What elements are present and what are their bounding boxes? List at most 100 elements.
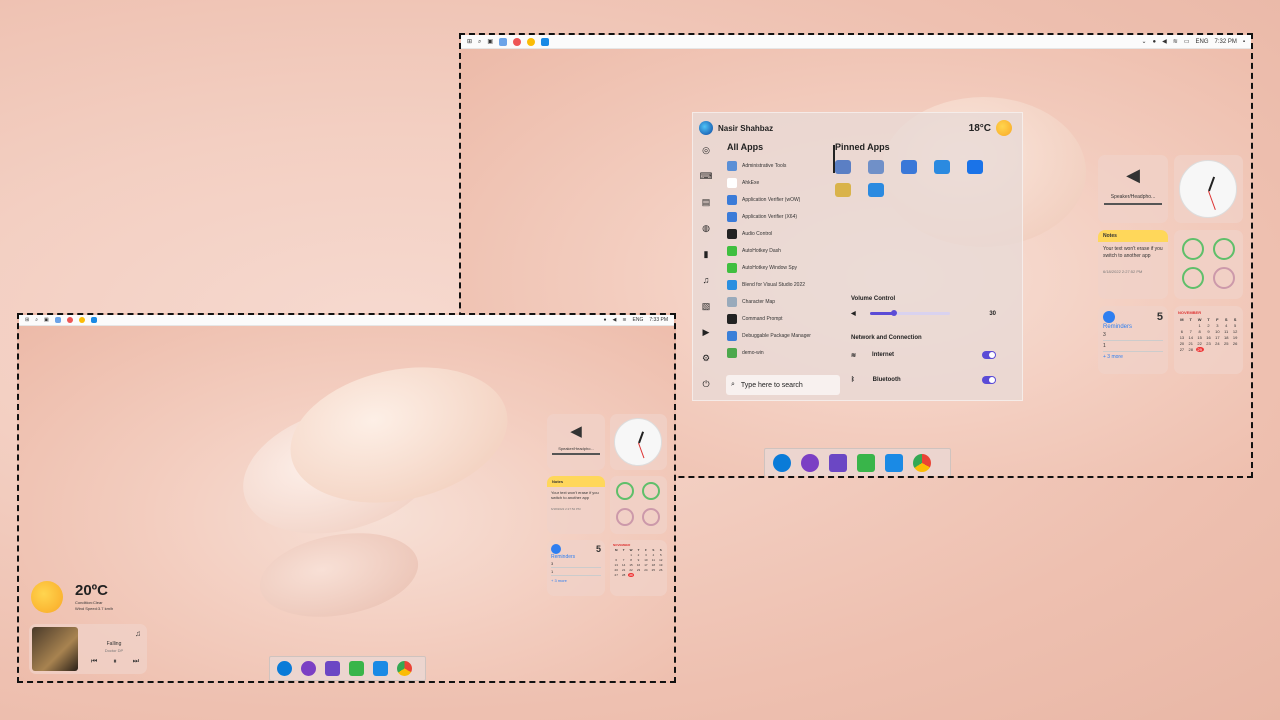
app-list-item[interactable]: Blend for Visual Studio 2022: [727, 276, 847, 293]
chevron-up-icon[interactable]: ⌄: [1142, 39, 1147, 45]
notes-widget[interactable]: Notes Your text won't erase if you switc…: [547, 476, 605, 534]
chrome-icon[interactable]: [913, 453, 931, 472]
pinned-app-icon[interactable]: [967, 160, 983, 174]
battery-icon[interactable]: ▭: [1184, 39, 1190, 45]
windows-icon[interactable]: ⊞: [25, 317, 29, 323]
app-list-item[interactable]: Debuggable Package Manager: [727, 327, 847, 344]
vscode-icon[interactable]: [90, 317, 97, 323]
calendar-date[interactable]: 18: [650, 563, 656, 567]
bluetooth-toggle[interactable]: [982, 376, 996, 384]
calendar-date[interactable]: 27: [613, 573, 619, 577]
calendar-date[interactable]: 24: [1213, 341, 1221, 346]
keyboard-icon[interactable]: ⌨: [697, 167, 715, 185]
language-indicator[interactable]: ENG: [633, 317, 644, 323]
app-list-item[interactable]: Audio Control: [727, 225, 847, 242]
task-view-icon[interactable]: ▣: [44, 317, 49, 323]
calendar-date[interactable]: 11: [1222, 329, 1230, 334]
notes-text[interactable]: Your text won't erase if you switch to a…: [1098, 242, 1168, 263]
calendar-date[interactable]: 14: [1187, 335, 1195, 340]
mic-icon[interactable]: ●: [603, 317, 606, 323]
calendar-date[interactable]: 23: [635, 568, 641, 572]
calendar-date[interactable]: 21: [620, 568, 626, 572]
audio-level-bar[interactable]: [552, 453, 600, 455]
reminder-item[interactable]: 3: [551, 560, 601, 568]
calendar-date[interactable]: 17: [643, 563, 649, 567]
calendar-date[interactable]: 20: [1178, 341, 1186, 346]
drive-icon[interactable]: ▤: [697, 193, 715, 211]
calendar-date[interactable]: 15: [628, 563, 634, 567]
calendar-date[interactable]: 15: [1196, 335, 1204, 340]
power-icon[interactable]: ⏻: [697, 375, 715, 393]
calendar-date[interactable]: 18: [1222, 335, 1230, 340]
picture-icon[interactable]: ▧: [697, 297, 715, 315]
widgets-icon[interactable]: [499, 37, 508, 46]
volume-slider[interactable]: [869, 310, 950, 316]
calendar-date[interactable]: 9: [1205, 329, 1213, 334]
app-list-item[interactable]: Command Prompt: [727, 310, 847, 327]
autohotkey-icon[interactable]: [857, 453, 875, 472]
calendar-date[interactable]: 12: [1231, 329, 1239, 334]
calendar-date[interactable]: 13: [1178, 335, 1186, 340]
edge-icon[interactable]: [773, 453, 791, 472]
calendar-date[interactable]: 26: [1231, 341, 1239, 346]
search-icon[interactable]: ⌕: [478, 39, 481, 45]
internet-toggle[interactable]: [982, 351, 996, 359]
calendar-date[interactable]: 22: [1196, 341, 1204, 346]
calendar-date[interactable]: 5: [1231, 323, 1239, 328]
edge-icon[interactable]: [277, 661, 292, 676]
calendar-date[interactable]: 7: [1187, 329, 1195, 334]
wifi-icon[interactable]: ≋: [622, 317, 626, 323]
video-icon[interactable]: ▶: [697, 323, 715, 341]
calendar-date[interactable]: 3: [643, 553, 649, 557]
calendar-date[interactable]: 26: [658, 568, 664, 572]
app-list-item[interactable]: AhkExe: [727, 174, 847, 191]
music-icon[interactable]: ♫: [697, 271, 715, 289]
volume-icon[interactable]: ◀: [1162, 39, 1167, 45]
reminders-widget[interactable]: 5 Reminders 3 1 + 3 more: [547, 540, 605, 596]
app-icon[interactable]: [66, 317, 73, 323]
pinned-app-icon[interactable]: [835, 183, 851, 197]
chrome-icon[interactable]: [527, 37, 536, 46]
app-list-item[interactable]: Administrative Tools: [727, 157, 847, 174]
calendar-date[interactable]: 16: [635, 563, 641, 567]
wifi-icon[interactable]: ≋: [1173, 39, 1178, 45]
pinned-app-icon[interactable]: [868, 160, 884, 174]
calendar-date[interactable]: 23: [1205, 341, 1213, 346]
calendar-date[interactable]: 17: [1213, 335, 1221, 340]
calendar-date[interactable]: 7: [620, 558, 626, 562]
calendar-date[interactable]: 9: [635, 558, 641, 562]
calendar-date[interactable]: 28: [1187, 347, 1195, 352]
calendar-date[interactable]: 25: [650, 568, 656, 572]
calendar-date[interactable]: 25: [1222, 341, 1230, 346]
calendar-date[interactable]: 29: [1195, 347, 1204, 352]
language-indicator[interactable]: ENG: [1195, 39, 1208, 45]
pinned-app-icon[interactable]: [868, 183, 884, 197]
mic-icon[interactable]: ●: [1153, 39, 1157, 45]
reminders-more-link[interactable]: + 3 more: [551, 576, 601, 583]
calendar-date[interactable]: 4: [1222, 323, 1230, 328]
calendar-date[interactable]: 16: [1205, 335, 1213, 340]
calendar-widget[interactable]: NOVEMBER M T W T F S S 1 2 3 4 5 6 7 8 9 10 11 12 13 14 15 16 1…: [1174, 306, 1243, 374]
calendar-date[interactable]: 6: [613, 558, 619, 562]
calendar-date[interactable]: 29: [627, 573, 635, 577]
previous-icon[interactable]: ⏮: [91, 658, 97, 666]
calendar-date[interactable]: 6: [1178, 329, 1186, 334]
calendar-date[interactable]: 1: [1196, 323, 1204, 328]
widgets-icon[interactable]: [54, 317, 61, 323]
notes-text[interactable]: Your text won't erase if you switch to a…: [547, 487, 605, 503]
calendar-date[interactable]: 8: [628, 558, 634, 562]
search-icon[interactable]: ⌕: [35, 317, 38, 323]
calendar-date[interactable]: 13: [613, 563, 619, 567]
app-list-item[interactable]: AutoHotkey Dash: [727, 242, 847, 259]
github-icon[interactable]: [301, 661, 316, 676]
calendar-date[interactable]: 24: [643, 568, 649, 572]
notification-icon[interactable]: ▪: [1243, 39, 1245, 45]
calendar-widget[interactable]: NOVEMBER M T W T F S S 1 2 3 4 5 6 7 8 9 10 11 12 13 14 15 16 1…: [610, 540, 667, 596]
calendar-date[interactable]: 3: [1213, 323, 1221, 328]
vscode-icon[interactable]: [541, 37, 550, 46]
reminder-item[interactable]: 1: [551, 568, 601, 576]
visual-studio-icon[interactable]: [829, 453, 847, 472]
app-icon[interactable]: [513, 37, 522, 46]
vscode-icon[interactable]: [885, 453, 903, 472]
chrome-icon[interactable]: [397, 661, 412, 676]
